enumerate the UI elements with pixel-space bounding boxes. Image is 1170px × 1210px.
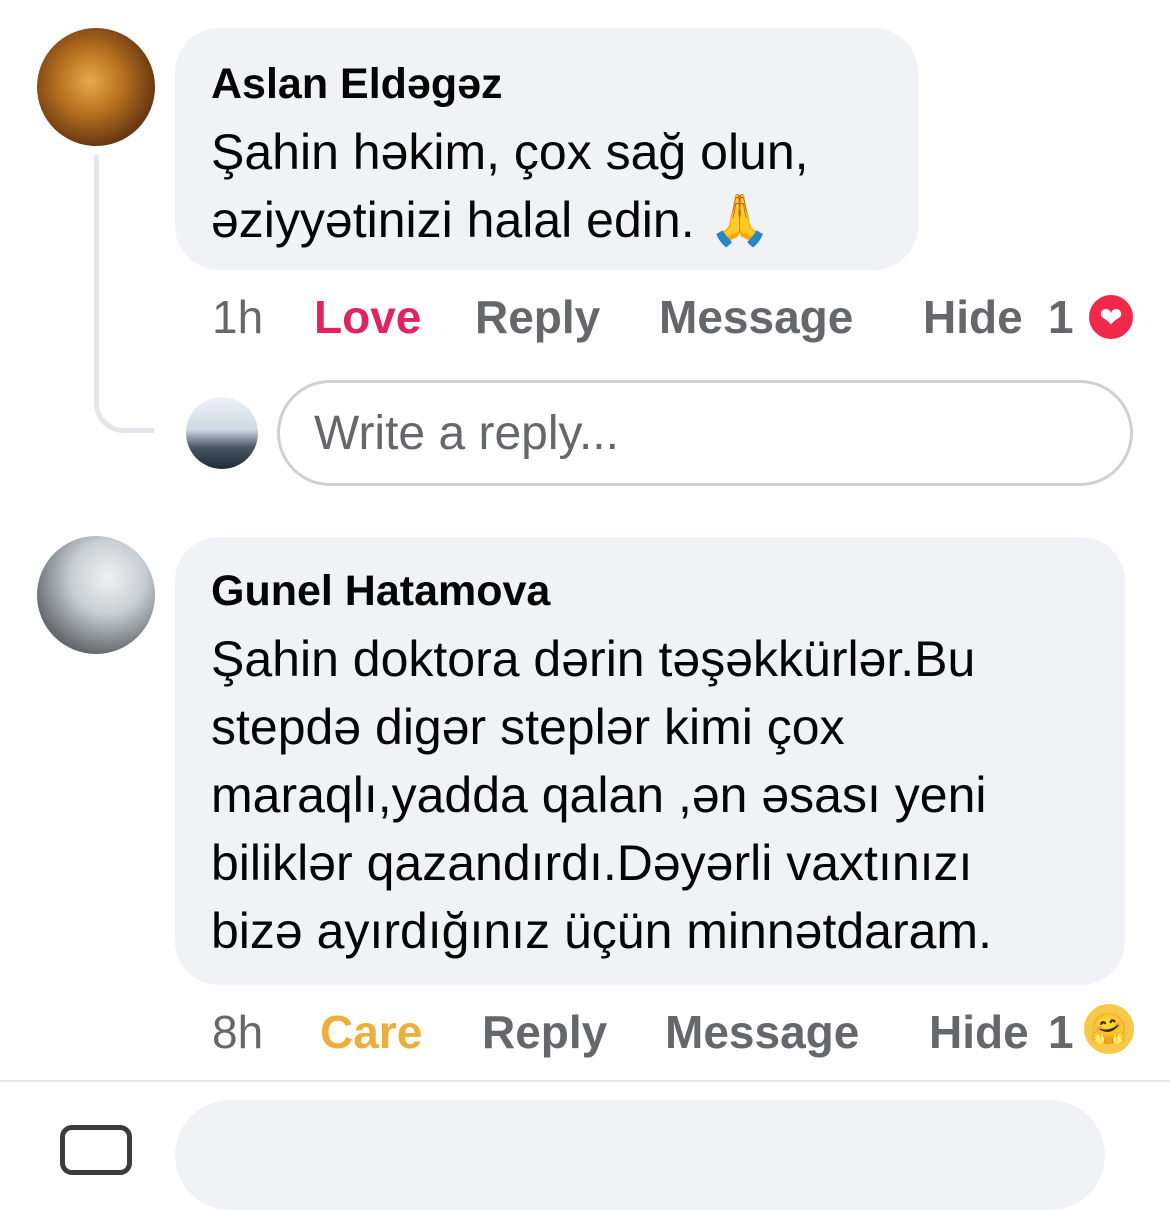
divider bbox=[0, 1080, 1170, 1082]
comment-author[interactable]: Aslan Eldəgəz bbox=[211, 56, 882, 112]
message-button[interactable]: Message bbox=[665, 1005, 859, 1059]
avatar[interactable] bbox=[37, 28, 155, 146]
care-emoji-icon: 🤗 bbox=[1084, 1004, 1134, 1054]
comment-text: Şahin həkim, çox sağ olun, əziyyətinizi … bbox=[211, 124, 809, 248]
reaction-count[interactable]: 1 bbox=[1048, 1005, 1074, 1059]
hide-button[interactable]: Hide bbox=[929, 1005, 1029, 1059]
care-reaction-button[interactable]: Care bbox=[320, 1005, 422, 1059]
camera-icon[interactable] bbox=[60, 1125, 132, 1175]
comment-bubble: Aslan Eldəgəz Şahin həkim, çox sağ olun,… bbox=[175, 28, 918, 270]
comment-input[interactable] bbox=[175, 1100, 1105, 1210]
reaction-count[interactable]: 1 bbox=[1048, 290, 1074, 344]
reply-placeholder: Write a reply... bbox=[314, 406, 619, 460]
message-button[interactable]: Message bbox=[659, 290, 853, 344]
comment-text: Şahin doktora dərin təşəkkürlər.Bu stepd… bbox=[211, 631, 992, 959]
thread-connector-line bbox=[94, 155, 154, 433]
avatar[interactable] bbox=[37, 536, 155, 654]
hide-button[interactable]: Hide bbox=[923, 290, 1023, 344]
reply-button[interactable]: Reply bbox=[482, 1005, 607, 1059]
reply-input[interactable]: Write a reply... bbox=[277, 380, 1133, 486]
heart-icon: ❤ bbox=[1086, 292, 1136, 342]
current-user-avatar bbox=[186, 397, 258, 469]
love-reaction-button[interactable]: Love bbox=[314, 290, 421, 344]
comment-bubble: Gunel Hatamova Şahin doktora dərin təşək… bbox=[175, 537, 1125, 985]
reply-button[interactable]: Reply bbox=[475, 290, 600, 344]
comment-time[interactable]: 8h bbox=[212, 1005, 263, 1059]
comment-author[interactable]: Gunel Hatamova bbox=[211, 563, 1089, 619]
comment-time[interactable]: 1h bbox=[212, 290, 263, 344]
